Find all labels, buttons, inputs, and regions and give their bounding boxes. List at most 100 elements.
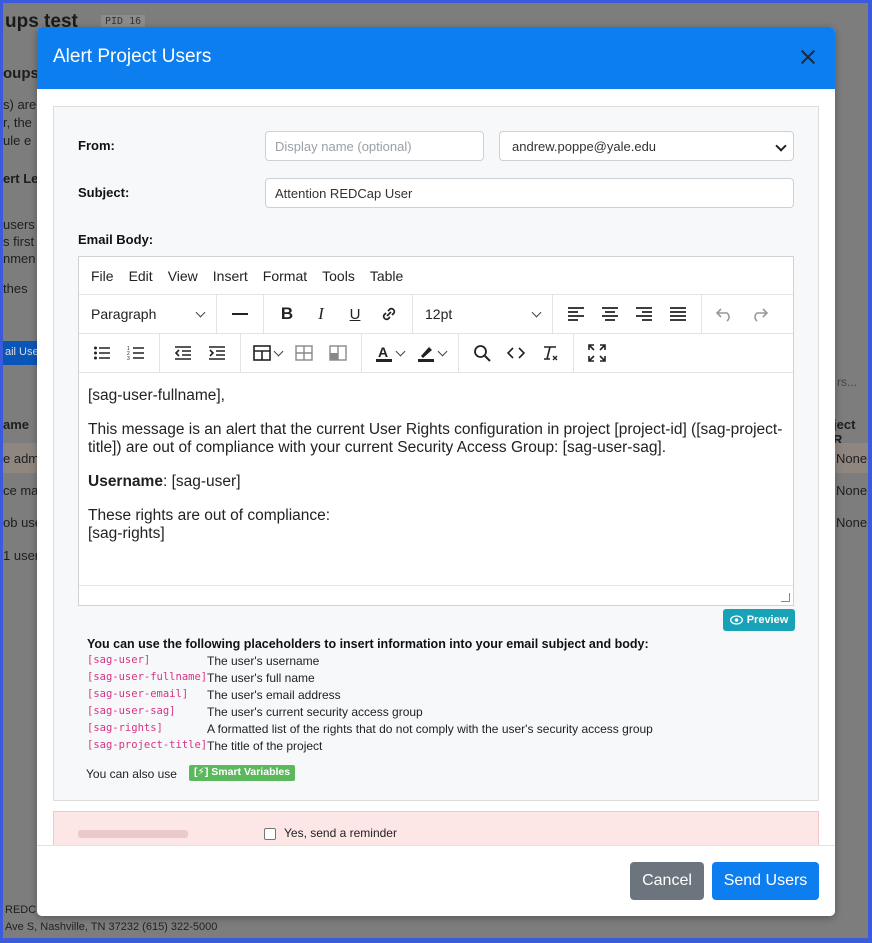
menu-format[interactable]: Format [263,268,307,284]
menu-view[interactable]: View [168,268,198,284]
editor-content[interactable]: [sag-user-fullname], This message is an … [79,373,793,586]
block-format-dropdown[interactable]: Paragraph [85,306,210,322]
fullscreen-icon[interactable] [580,338,614,368]
tools-group [459,333,574,373]
placeholder-code: [sag-user-fullname] [87,671,208,683]
bg-fragment: ame [3,417,30,432]
table-cell-icon[interactable] [287,338,321,368]
editor-menubar: File Edit View Insert Format Tools Table [79,257,793,295]
resize-handle-icon[interactable] [781,593,790,602]
bg-fragment: ert Le [3,171,39,186]
history-group [702,295,782,334]
bg-fragment: s) are [3,97,37,112]
menu-file[interactable]: File [91,268,114,284]
format-group: B I U [264,294,413,334]
indent-icon[interactable] [200,338,234,368]
italic-icon[interactable]: I [304,299,338,329]
text-color-icon[interactable]: A [368,338,410,368]
bullet-list-icon[interactable] [85,338,119,368]
placeholder-desc: The user's email address [207,688,341,702]
chevron-down-icon [273,346,283,356]
body-line-username: Username: [sag-user] [88,473,784,491]
placeholder-desc: The user's username [207,654,320,668]
from-email-select[interactable]: andrew.poppe@yale.edu [499,131,794,161]
body-line-message: This message is an alert that the curren… [88,421,783,456]
subject-input[interactable]: Attention REDCap User [265,178,794,208]
body-line-rights: These rights are out of compliance: [sag-… [88,507,784,543]
font-size-dropdown[interactable]: 12pt [419,306,546,322]
display-name-input[interactable]: Display name (optional) [265,131,484,161]
reminder-label [78,830,188,838]
also-use-text: You can also use [86,767,177,781]
outdent-icon[interactable] [166,338,200,368]
list-group: 123 [79,333,160,373]
table-icon[interactable] [247,338,287,368]
placeholder-code: [sag-user-email] [87,688,189,700]
modal-title: Alert Project Users [53,46,212,67]
username-rest: : [sag-user] [162,473,241,490]
rights-intro: These rights are out of compliance: [88,507,331,524]
bg-fragment: thes [3,281,28,296]
chevron-down-icon [395,346,405,356]
placeholder-code: [sag-user] [87,654,151,666]
underline-icon[interactable]: U [338,299,372,329]
modal-footer: Cancel Send Users [37,845,835,916]
bg-fragment: ce ma [3,483,39,498]
eye-icon [729,615,743,625]
send-users-button[interactable]: Send Users [712,862,819,900]
reminder-checkbox[interactable] [264,828,276,840]
align-right-icon[interactable] [627,299,661,329]
bg-fragment: None [836,483,868,498]
bg-fragment: oups [3,65,39,82]
undo-icon[interactable] [708,299,742,329]
table-row-icon[interactable] [321,338,355,368]
menu-table[interactable]: Table [370,268,403,284]
bg-fragment: None [836,515,868,530]
preview-button[interactable]: Preview [723,609,795,631]
search-icon[interactable] [465,338,499,368]
align-center-icon[interactable] [593,299,627,329]
link-icon[interactable] [372,299,406,329]
rich-text-editor: File Edit View Insert Format Tools Table… [78,256,794,606]
placeholder-code: [sag-project-title] [87,739,208,751]
close-icon[interactable] [797,46,819,68]
highlight-color-icon[interactable] [410,338,452,368]
horizontal-line-icon[interactable] [223,299,257,329]
preview-label: Preview [746,614,789,626]
bold-icon[interactable]: B [270,299,304,329]
clear-format-icon[interactable] [533,338,567,368]
hr-group [217,294,264,334]
font-size-group: 12pt [413,294,553,334]
from-email-value: andrew.poppe@yale.edu [512,139,657,154]
align-justify-icon[interactable] [661,299,695,329]
align-left-icon[interactable] [559,299,593,329]
bg-email-users-button: ail Use [3,341,39,365]
menu-insert[interactable]: Insert [213,268,248,284]
bg-fragment: r, the [3,115,32,130]
placeholder-desc: The user's full name [207,671,315,685]
svg-text:3: 3 [127,356,130,361]
email-body-label: Email Body: [78,232,154,247]
cancel-button[interactable]: Cancel [630,862,704,900]
body-line-greeting: [sag-user-fullname], [88,387,225,404]
username-bold: Username [88,473,163,490]
block-format-value: Paragraph [91,306,157,322]
menu-edit[interactable]: Edit [129,268,153,284]
indent-group [160,333,241,373]
redo-icon[interactable] [742,299,776,329]
block-format-group: Paragraph [79,294,217,334]
smart-variables-button[interactable]: [⚡] Smart Variables [189,765,296,781]
table-group [241,333,362,373]
bg-fragment: None [836,451,868,466]
svg-text:A: A [378,344,388,360]
bg-fragment: rs... [837,375,857,389]
rights-placeholder: [sag-rights] [88,525,165,542]
bg-footer-top: REDC [5,904,37,916]
placeholder-code: [sag-rights] [87,722,163,734]
reminder-section: Yes, send a reminder [53,811,819,845]
modal-body: From: Display name (optional) andrew.pop… [37,89,835,845]
numbered-list-icon[interactable]: 123 [119,338,153,368]
menu-tools[interactable]: Tools [322,268,355,284]
code-icon[interactable] [499,338,533,368]
placeholders-title: You can use the following placeholders t… [87,637,649,651]
